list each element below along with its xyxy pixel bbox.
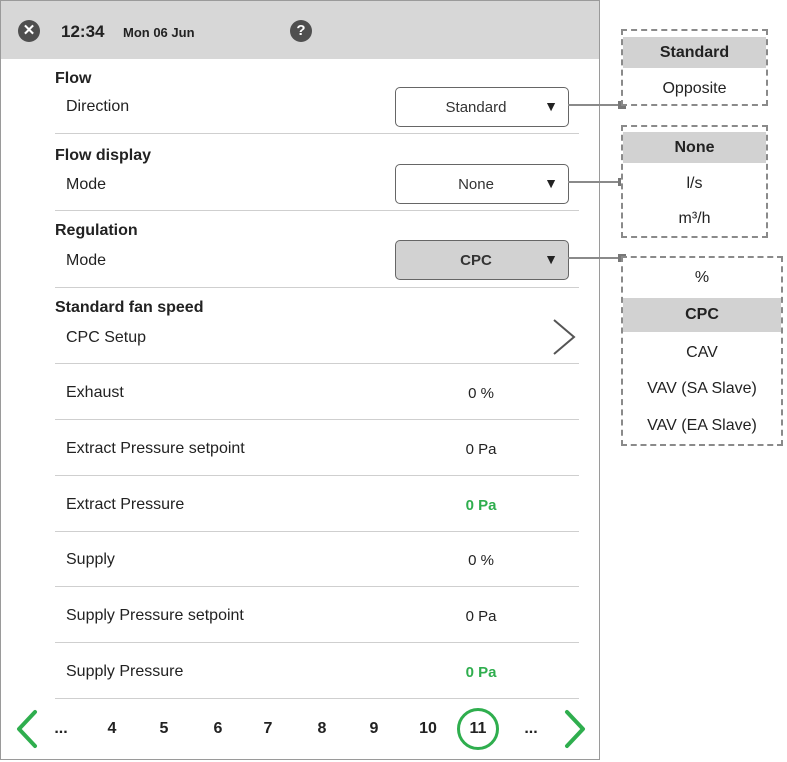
dropdown-arrow-icon: ▼ <box>544 98 558 114</box>
clock-date: Mon 06 Jun <box>123 25 195 40</box>
page-8[interactable]: 8 <box>307 720 337 738</box>
regulation-mode-options: % CPC CAV VAV (SA Slave) VAV (EA Slave) <box>621 256 783 446</box>
chevron-right-icon[interactable] <box>550 317 578 357</box>
flow-direction-value: Standard <box>445 99 507 116</box>
flow-direction-select[interactable]: Standard ▼ <box>395 87 569 127</box>
regulation-mode-value: CPC <box>460 252 492 269</box>
divider <box>55 133 579 134</box>
row-label-supply: Supply <box>66 551 115 568</box>
divider <box>55 475 579 476</box>
regulation-mode-label: Mode <box>66 252 107 269</box>
flow-title: Flow <box>55 70 92 87</box>
flow-display-mode-select[interactable]: None ▼ <box>395 164 569 204</box>
clock-time: 12:34 <box>61 22 105 41</box>
row-value-supply-pressure: 0 Pa <box>465 664 497 681</box>
flow-display-mode-label: Mode <box>66 176 107 193</box>
page-10[interactable]: 10 <box>413 720 443 738</box>
chevron-right-green-icon[interactable] <box>563 709 587 749</box>
divider <box>55 642 579 643</box>
option-opposite[interactable]: Opposite <box>623 75 766 103</box>
row-value-extract-pressure-setpoint: 0 Pa <box>465 441 497 458</box>
flow-connector <box>568 104 622 106</box>
chevron-left-icon[interactable] <box>15 709 39 749</box>
option-ls[interactable]: l/s <box>623 170 766 198</box>
regulation-connector <box>568 257 622 259</box>
divider <box>55 210 579 211</box>
option-percent[interactable]: % <box>623 264 781 292</box>
flow-display-mode-value: None <box>458 176 494 193</box>
close-icon[interactable]: ✕ <box>18 20 40 42</box>
row-value-supply-pressure-setpoint: 0 Pa <box>465 608 497 625</box>
dropdown-arrow-icon: ▼ <box>544 175 558 191</box>
dropdown-arrow-icon: ▼ <box>544 251 558 267</box>
flow-display-mode-options: None l/s m³/h <box>621 125 768 238</box>
page-6[interactable]: 6 <box>203 720 233 738</box>
option-cpc[interactable]: CPC <box>623 298 781 332</box>
option-m3h[interactable]: m³/h <box>623 205 766 233</box>
option-vav-ea-slave[interactable]: VAV (EA Slave) <box>623 412 781 440</box>
page-9[interactable]: 9 <box>359 720 389 738</box>
row-value-supply: 0 % <box>468 552 494 569</box>
page-7[interactable]: 7 <box>253 720 283 738</box>
option-cav[interactable]: CAV <box>623 339 781 367</box>
pagination: ... 4 5 6 7 8 9 10 11 ... <box>1 701 599 759</box>
page-5[interactable]: 5 <box>149 720 179 738</box>
row-label-supply-pressure: Supply Pressure <box>66 663 184 680</box>
row-value-extract-pressure: 0 Pa <box>465 497 497 514</box>
help-icon[interactable]: ? <box>290 20 312 42</box>
divider <box>55 531 579 532</box>
row-label-extract-pressure: Extract Pressure <box>66 496 185 513</box>
divider <box>55 419 579 420</box>
flow-direction-label: Direction <box>66 98 130 115</box>
page-4[interactable]: 4 <box>97 720 127 738</box>
row-label-exhaust: Exhaust <box>66 384 124 401</box>
divider <box>55 363 579 364</box>
page-ellipsis-end[interactable]: ... <box>516 720 546 738</box>
option-standard[interactable]: Standard <box>623 37 766 68</box>
divider <box>55 287 579 288</box>
flow-display-connector <box>568 181 622 183</box>
divider <box>55 698 579 699</box>
status-header: ✕ 12:34 Mon 06 Jun ? <box>1 1 599 59</box>
regulation-mode-select[interactable]: CPC ▼ <box>395 240 569 280</box>
device-screen: ✕ 12:34 Mon 06 Jun ? Flow Direction Stan… <box>0 0 600 760</box>
option-none[interactable]: None <box>623 132 766 163</box>
divider <box>55 586 579 587</box>
page-current[interactable]: 11 <box>457 708 499 750</box>
regulation-title: Regulation <box>55 222 138 239</box>
cpc-setup-label[interactable]: CPC Setup <box>66 329 146 347</box>
row-label-extract-pressure-setpoint: Extract Pressure setpoint <box>66 440 245 457</box>
option-vav-sa-slave[interactable]: VAV (SA Slave) <box>623 375 781 403</box>
fan-speed-title: Standard fan speed <box>55 299 204 316</box>
row-value-exhaust: 0 % <box>468 385 494 402</box>
flow-direction-options: Standard Opposite <box>621 29 768 106</box>
row-label-supply-pressure-setpoint: Supply Pressure setpoint <box>66 607 244 624</box>
flow-display-title: Flow display <box>55 147 152 164</box>
page-ellipsis-start[interactable]: ... <box>46 720 76 738</box>
